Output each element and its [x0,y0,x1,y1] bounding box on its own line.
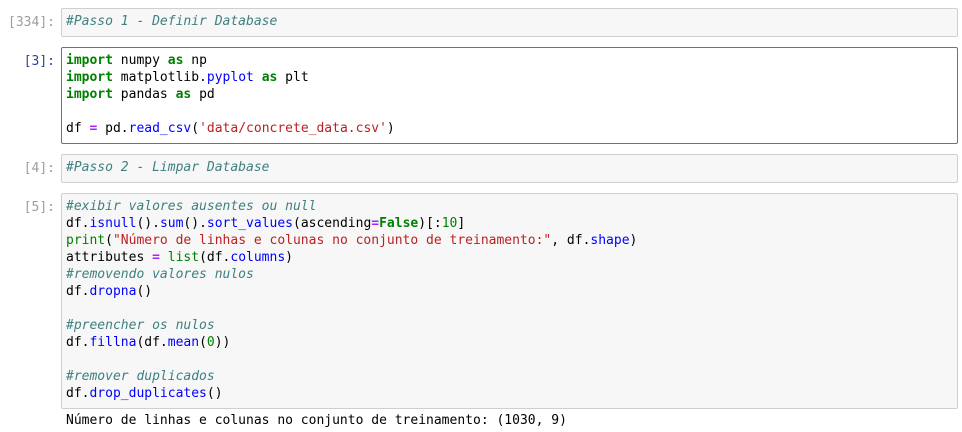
code-line: df.drop_duplicates() [66,386,223,401]
code-line: attributes = list(df.columns) [66,250,293,265]
code-input[interactable]: import numpy as np import matplotlib.pyp… [61,47,958,144]
code-input[interactable]: #Passo 2 - Limpar Database [61,154,958,183]
cell-output: Número de linhas e colunas no conjunto d… [66,413,567,428]
code-input[interactable]: #Passo 1 - Definir Database [61,8,958,37]
code-line: import pandas as pd [66,87,215,102]
code-line: #removendo valores nulos [66,267,254,282]
cell-prompt: [4]: [23,161,55,176]
code-line: print("Número de linhas e colunas no con… [66,233,638,248]
cell-prompt: [334]: [8,15,55,30]
cell-prompt: [5]: [23,200,55,215]
code-line: df.dropna() [66,284,153,299]
code-line: #preencher os nulos [66,318,215,333]
code-line: #exibir valores ausentes ou null [66,199,317,214]
code-line: df = pd.read_csv('data/concrete_data.csv… [66,121,395,136]
code-line: #remover duplicados [66,369,215,384]
code-input[interactable]: #exibir valores ausentes ou null df.isnu… [61,193,958,409]
code-line: import numpy as np [66,53,207,68]
code-line: df.fillna(df.mean(0)) [66,335,231,350]
code-line: df.isnull().sum().sort_values(ascending=… [66,216,466,231]
code-line: import matplotlib.pyplot as plt [66,70,309,85]
code-line: #Passo 1 - Definir Database [66,14,278,29]
code-line: #Passo 2 - Limpar Database [66,160,270,175]
cell-prompt: [3]: [23,54,55,69]
